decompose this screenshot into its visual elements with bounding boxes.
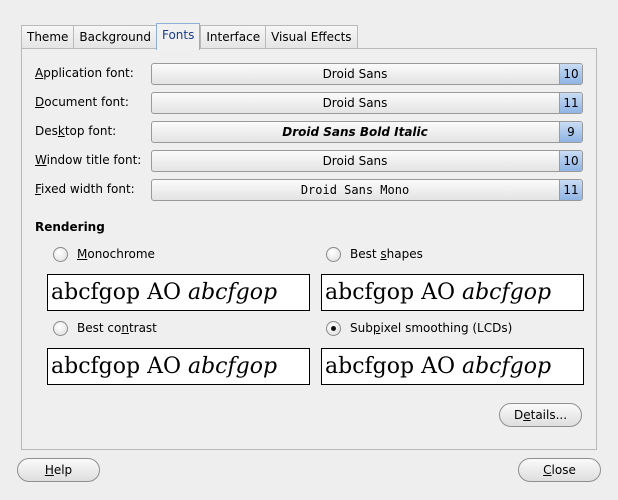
tab-interface[interactable]: Interface [200,25,266,49]
application-font-name: Droid Sans [322,67,388,81]
fixed-width-font-name: Droid Sans Mono [300,183,410,197]
fonts-panel: Application font: Droid Sans 10 Document… [21,48,597,450]
monochrome-preview: abcfgop AO abcfgop [47,274,310,311]
tab-bar: Theme Background Fonts Interface Visual … [21,23,358,50]
document-font-size: 11 [559,93,582,113]
best-shapes-radio[interactable] [326,247,341,262]
desktop-font-label: Desktop font: [35,124,117,138]
document-font-button[interactable]: Droid Sans 11 [151,92,583,114]
tab-background[interactable]: Background [73,25,156,49]
application-font-size: 10 [559,64,582,84]
document-font-name: Droid Sans [322,96,388,110]
window-title-font-size: 10 [559,151,582,171]
window-title-font-label: Window title font: [35,153,142,167]
fixed-width-font-row: Fixed width font: Droid Sans Mono 11 [35,179,583,201]
best-shapes-label: Best shapes [350,247,423,261]
tab-theme[interactable]: Theme [21,25,74,49]
fixed-width-font-button[interactable]: Droid Sans Mono 11 [151,179,583,201]
details-button[interactable]: Details... [499,403,582,427]
desktop-font-name: Droid Sans Bold Italic [282,125,428,139]
rendering-heading: Rendering [35,220,105,234]
best-contrast-preview: abcfgop AO abcfgop [47,348,310,385]
best-contrast-radio[interactable] [53,321,68,336]
desktop-font-size: 9 [559,122,582,142]
best-shapes-preview: abcfgop AO abcfgop [321,274,584,311]
tab-visual-effects[interactable]: Visual Effects [265,25,358,49]
monochrome-label: Monochrome [77,247,155,261]
application-font-label: Application font: [35,66,134,80]
document-font-label: Document font: [35,95,129,109]
application-font-row: Application font: Droid Sans 10 [35,63,583,85]
subpixel-smoothing-label: Subpixel smoothing (LCDs) [350,321,513,335]
desktop-font-button[interactable]: Droid Sans Bold Italic 9 [151,121,583,143]
application-font-button[interactable]: Droid Sans 10 [151,63,583,85]
window-title-font-name: Droid Sans [322,154,388,168]
tab-fonts[interactable]: Fonts [155,23,201,50]
subpixel-smoothing-radio[interactable] [326,321,341,336]
subpixel-smoothing-preview: abcfgop AO abcfgop [321,348,584,385]
window-title-font-button[interactable]: Droid Sans 10 [151,150,583,172]
fixed-width-font-label: Fixed width font: [35,182,135,196]
fixed-width-font-size: 11 [559,180,582,200]
desktop-font-row: Desktop font: Droid Sans Bold Italic 9 [35,121,583,143]
window-title-font-row: Window title font: Droid Sans 10 [35,150,583,172]
document-font-row: Document font: Droid Sans 11 [35,92,583,114]
monochrome-radio[interactable] [53,247,68,262]
close-button[interactable]: Close [518,458,601,482]
help-button[interactable]: Help [17,458,100,482]
best-contrast-label: Best contrast [77,321,157,335]
